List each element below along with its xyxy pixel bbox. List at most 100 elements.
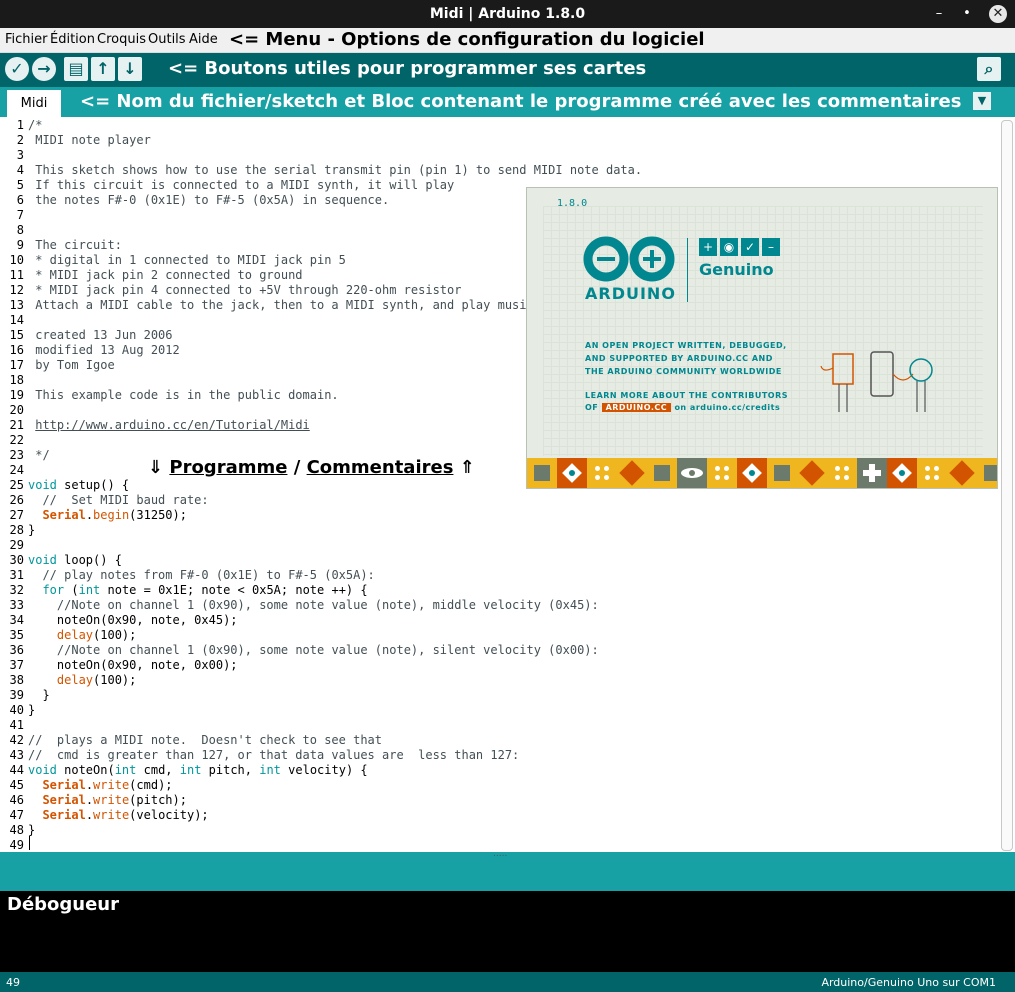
- line-number: 18: [9, 373, 24, 387]
- line-number: 45: [9, 778, 24, 792]
- line-number: 38: [9, 673, 24, 687]
- line-number: 47: [9, 808, 24, 822]
- pattern-tile: [557, 458, 587, 488]
- menu-fichier[interactable]: Fichier: [5, 32, 48, 47]
- line-number: 1: [16, 118, 24, 132]
- line-number: 29: [9, 538, 24, 552]
- tab-bar: Midi <= Nom du fichier/sketch et Bloc co…: [0, 87, 1015, 117]
- line-number: 27: [9, 508, 24, 522]
- bottom-status-bar: 49 Arduino/Genuino Uno sur COM1: [0, 972, 1015, 992]
- line-number: 30: [9, 553, 24, 567]
- pattern-tile: [617, 458, 647, 488]
- splash-text-4: LEARN MORE ABOUT THE CONTRIBUTORS: [585, 391, 789, 400]
- line-number: 9: [16, 238, 24, 252]
- code-line: Attach a MIDI cable to the jack, then to…: [28, 298, 541, 312]
- menu-edition[interactable]: Édition: [50, 32, 95, 47]
- line-number: 16: [9, 343, 24, 357]
- code-line: * digital in 1 connected to MIDI jack pi…: [28, 253, 346, 267]
- code-line: void setup() {: [28, 478, 130, 492]
- line-number: 35: [9, 628, 24, 642]
- annotation-programme: Programme: [169, 457, 288, 478]
- code-line: void noteOn(int cmd, int pitch, int velo…: [28, 763, 368, 777]
- code-line: for (int note = 0x1E; note < 0x5A; note …: [42, 583, 368, 597]
- line-number: 40: [9, 703, 24, 717]
- pattern-tile: [767, 458, 797, 488]
- code-line: */: [28, 448, 50, 462]
- line-number: 5: [16, 178, 24, 192]
- pattern-tile: [797, 458, 827, 488]
- line-number: 11: [9, 268, 24, 282]
- tab-midi[interactable]: Midi: [7, 90, 61, 117]
- line-number: 8: [16, 223, 24, 237]
- line-number: 14: [9, 313, 24, 327]
- menu-outils[interactable]: Outils: [148, 32, 186, 47]
- line-number: 13: [9, 298, 24, 312]
- console-header: [0, 859, 1015, 891]
- maximize-icon[interactable]: •: [958, 5, 976, 23]
- save-icon[interactable]: ↓: [118, 57, 142, 81]
- open-icon[interactable]: ↑: [91, 57, 115, 81]
- upload-icon[interactable]: →: [32, 57, 56, 81]
- toolbar-annotation: <= Boutons utiles pour programmer ses ca…: [168, 58, 647, 79]
- line-number: 15: [9, 328, 24, 342]
- line-number: 20: [9, 403, 24, 417]
- tab-annotation: <= Nom du fichier/sketch et Bloc contena…: [80, 91, 962, 112]
- code-line: delay(100);: [56, 673, 137, 687]
- line-number: 49: [9, 838, 24, 852]
- code-line: modified 13 Aug 2012: [28, 343, 180, 357]
- code-line: // Set MIDI baud rate:: [42, 493, 209, 507]
- menu-aide[interactable]: Aide: [189, 32, 218, 47]
- menu-croquis[interactable]: Croquis: [97, 32, 146, 47]
- line-number: 34: [9, 613, 24, 627]
- pattern-tile: [707, 458, 737, 488]
- tab-menu-chevron-down-icon[interactable]: ▼: [973, 92, 991, 110]
- pattern-tile: [887, 458, 917, 488]
- serial-monitor-icon[interactable]: ⌕: [977, 57, 1001, 81]
- minimize-icon[interactable]: –: [930, 5, 948, 23]
- code-line: by Tom Igoe: [28, 358, 115, 372]
- splash-genuino: Genuino: [699, 260, 774, 279]
- line-number-gutter: 1 2 3 4 5 6 7 8 9 10 11 12 13 14 15 16 17 18 19 20 21 22 23 24 2…: [0, 117, 24, 852]
- code-line: This example code is in the public domai…: [28, 388, 339, 402]
- console-label: Débogueur: [7, 894, 119, 915]
- code-line: }: [28, 703, 36, 717]
- code-line: Serial.begin(31250);: [42, 508, 187, 522]
- splash-pattern-strip: [527, 458, 997, 488]
- pattern-tile: [827, 458, 857, 488]
- splash-screen: 1.8.0 ARDUINO + ◉ ✓ – Genuino AN OPEN PROJE…: [526, 187, 998, 489]
- code-annotation: ⇓ Programme / Commentaires ⇑: [148, 457, 475, 478]
- line-number: 12: [9, 283, 24, 297]
- code-line: the notes F#-0 (0x1E) to F#-5 (0x5A) in …: [28, 193, 390, 207]
- close-icon[interactable]: ✕: [989, 5, 1007, 23]
- code-line: Serial.write(pitch);: [42, 793, 187, 807]
- line-number: 48: [9, 823, 24, 837]
- line-number: 41: [9, 718, 24, 732]
- pattern-tile: [977, 458, 997, 488]
- toolbar: ✓ → ▤ ↑ ↓ <= Boutons utiles pour program…: [0, 53, 1015, 87]
- code-line: MIDI note player: [28, 133, 151, 147]
- code-line: noteOn(0x90, note, 0x45);: [28, 613, 238, 627]
- line-number: 19: [9, 388, 24, 402]
- verify-icon[interactable]: ✓: [5, 57, 29, 81]
- new-icon[interactable]: ▤: [64, 57, 88, 81]
- line-number: 23: [9, 448, 24, 462]
- code-line: //Note on channel 1 (0x90), some note va…: [56, 598, 599, 612]
- annotation-commentaires: Commentaires: [306, 457, 454, 478]
- code-line: // cmd is greater than 127, or that data…: [28, 748, 520, 762]
- code-line: //Note on channel 1 (0x90), some note va…: [56, 643, 599, 657]
- code-line: Serial.write(velocity);: [42, 808, 209, 822]
- line-number: 43: [9, 748, 24, 762]
- code-line: The circuit:: [28, 238, 122, 252]
- splash-text-3: THE ARDUINO COMMUNITY WORLDWIDE: [585, 367, 782, 376]
- line-number: 31: [9, 568, 24, 582]
- pattern-tile: [947, 458, 977, 488]
- code-line: noteOn(0x90, note, 0x00);: [28, 658, 238, 672]
- menu-bar: Fichier Édition Croquis Outils Aide <= M…: [0, 28, 1015, 53]
- vertical-scrollbar[interactable]: [1001, 120, 1013, 851]
- code-line: This sketch shows how to use the serial …: [28, 163, 643, 177]
- line-number: 10: [9, 253, 24, 267]
- resize-handle[interactable]: .....: [493, 849, 507, 859]
- pattern-tile: [677, 458, 707, 488]
- arduino-logo-icon: [583, 236, 675, 282]
- code-line: delay(100);: [56, 628, 137, 642]
